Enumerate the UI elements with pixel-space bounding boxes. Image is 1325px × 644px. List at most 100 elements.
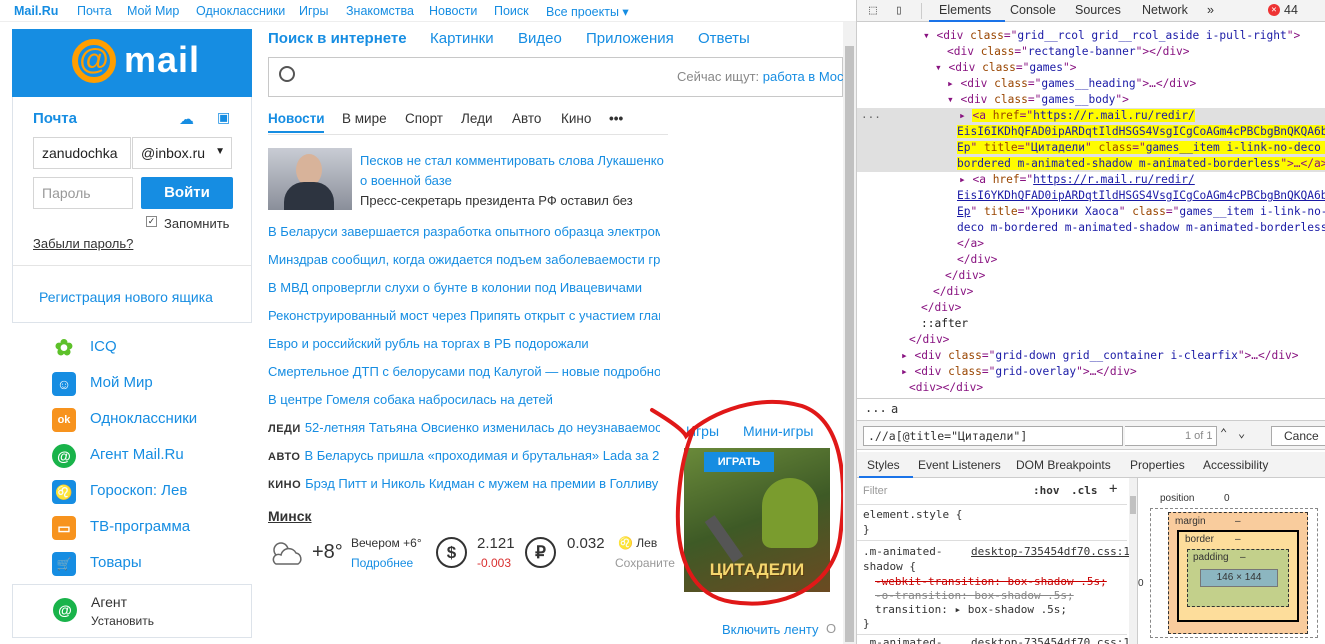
tab-apps[interactable]: Приложения xyxy=(586,30,674,47)
dom-node[interactable]: deco m-bordered m-animated-shadow m-anim… xyxy=(957,220,1325,236)
dom-node[interactable]: ▸ <div class="grid-overlay">…</div> xyxy=(901,364,1137,380)
padding-box[interactable]: padding – 146 × 144 xyxy=(1187,549,1289,607)
scrollbar-thumb[interactable] xyxy=(845,46,854,642)
dom-node[interactable]: ▸ <a href="https://r.mail.ru/redir/ xyxy=(959,172,1195,188)
dom-node[interactable]: </div> xyxy=(957,252,997,268)
rule-selector[interactable]: .m-animated- xyxy=(863,636,942,644)
news-item[interactable]: В центре Гомеля собака набросилась на де… xyxy=(268,392,660,407)
tab-elements[interactable]: Elements xyxy=(939,3,991,17)
xpath-search-input[interactable]: .//a[@title="Цитадели"] xyxy=(863,426,1123,446)
more-icon[interactable]: ••• xyxy=(609,111,623,126)
dom-node[interactable]: <div></div> xyxy=(909,380,983,396)
top-news-title[interactable]: Песков не стал комментировать слова Лука… xyxy=(360,153,664,168)
news-item[interactable]: Реконструированный мост через Припять от… xyxy=(268,308,660,323)
styles-scrollbar[interactable] xyxy=(1129,478,1137,644)
service-agent[interactable]: @ Агент Mail.Ru xyxy=(52,442,252,470)
tab-news[interactable]: Новости xyxy=(268,111,325,126)
tab-world[interactable]: В мире xyxy=(342,111,387,126)
feed-toggle-icon[interactable]: O xyxy=(826,621,836,636)
login-input[interactable]: zanudochka xyxy=(33,137,131,169)
tab-properties[interactable]: Properties xyxy=(1130,458,1185,472)
css-prop[interactable]: transition: ▸ box-shadow .5s; xyxy=(875,603,1067,616)
cat-news-item[interactable]: ЛЕДИ 52-летняя Татьяна Овсиенко изменилас… xyxy=(268,420,660,435)
rule-element-style[interactable]: element.style { xyxy=(863,508,962,521)
city-link[interactable]: Минск xyxy=(268,508,312,524)
styles-filter-input[interactable]: Filter xyxy=(863,485,887,497)
service-horoscope[interactable]: ♌ Гороскоп: Лев xyxy=(52,478,252,506)
content-size[interactable]: 146 × 144 xyxy=(1200,569,1278,587)
css-prop-overridden[interactable]: -webkit-transition: box-shadow .5s; xyxy=(875,575,1107,588)
dom-node[interactable]: </div> xyxy=(933,284,973,300)
tab-web-search[interactable]: Поиск в интернете xyxy=(268,30,407,47)
device-icon[interactable]: ▯ xyxy=(895,3,903,18)
forgot-password-link[interactable]: Забыли пароль? xyxy=(33,236,133,251)
news-item[interactable]: В МВД опровергли слухи о бунте в колонии… xyxy=(268,280,660,295)
add-rule-icon[interactable]: + xyxy=(1109,481,1117,497)
news-item[interactable]: Смертельное ДТП с белорусами под Калугой… xyxy=(268,364,660,379)
tab-event-listeners[interactable]: Event Listeners xyxy=(918,458,1001,472)
node-actions-icon[interactable]: ... xyxy=(861,108,881,121)
remember-checkbox[interactable]: ✓ xyxy=(146,216,157,227)
dom-node[interactable]: <div class="rectangle-banner"></div> xyxy=(947,44,1190,60)
topnav-moymir[interactable]: Мой Мир xyxy=(127,4,179,18)
dom-node[interactable]: ▾ <div class="games__body"> xyxy=(947,92,1129,108)
cancel-button[interactable]: Cance xyxy=(1271,426,1325,446)
search-hint-link[interactable]: работа в Мос xyxy=(763,69,844,84)
service-icq[interactable]: ✿ ICQ xyxy=(52,334,252,362)
css-source-link[interactable]: desktop-735454df70.css:1 xyxy=(971,545,1130,558)
usd-rate[interactable]: 2.121 xyxy=(477,535,515,552)
crumb-item[interactable]: ... xyxy=(865,401,887,415)
dom-node[interactable]: ▸ <div class="games__heading">…</div> xyxy=(947,76,1196,92)
dom-node-selected[interactable]: ▸ <a href="https://r.mail.ru/redir/ xyxy=(959,108,1195,124)
tab-network[interactable]: Network xyxy=(1142,3,1188,17)
tab-dom-breakpoints[interactable]: DOM Breakpoints xyxy=(1016,458,1111,472)
css-prop-overridden[interactable]: -o-transition: box-shadow .5s; xyxy=(875,589,1074,602)
dom-node[interactable]: </a> xyxy=(957,236,984,252)
rule-selector[interactable]: .m-animated- xyxy=(863,545,942,558)
topnav-all-projects[interactable]: Все проекты ▾ xyxy=(546,4,629,19)
rub-rate[interactable]: 0.032 xyxy=(567,535,605,552)
inspect-icon[interactable]: ⬚ xyxy=(869,3,877,18)
topnav-news[interactable]: Новости xyxy=(429,4,477,18)
tab-answers[interactable]: Ответы xyxy=(698,30,750,47)
css-source-link[interactable]: desktop-735454df70.css:1 xyxy=(971,636,1130,644)
dom-node[interactable]: </div> xyxy=(945,268,985,284)
tab-console[interactable]: Console xyxy=(1010,3,1056,17)
dom-node[interactable]: </div> xyxy=(921,300,961,316)
cls-button[interactable]: .cls xyxy=(1071,484,1098,497)
hov-button[interactable]: :hov xyxy=(1033,484,1060,497)
tab-auto[interactable]: Авто xyxy=(512,111,541,126)
news-photo[interactable] xyxy=(268,148,352,210)
tab-sources[interactable]: Sources xyxy=(1075,3,1121,17)
dom-node[interactable]: </div> xyxy=(909,332,949,348)
tab-styles[interactable]: Styles xyxy=(867,458,900,472)
crumb-item[interactable]: a xyxy=(891,402,898,416)
dom-node-selected[interactable]: EisI6IKDhQFAD0ipARDqtIldHSGS4VsgICgCoAGm… xyxy=(957,124,1325,140)
topnav-ok[interactable]: Одноклассники xyxy=(196,4,285,18)
more-tabs-icon[interactable]: » xyxy=(1207,3,1214,17)
calendar-icon[interactable]: ▣ xyxy=(217,109,230,126)
topnav-dating[interactable]: Знакомства xyxy=(346,4,414,18)
cloud-icon[interactable]: ☁ xyxy=(179,110,194,128)
cat-news-item[interactable]: АВТО В Беларусь пришла «проходимая и брут… xyxy=(268,448,660,463)
dom-tree[interactable]: ▾ <div class="grid__rcol grid__rcol_asid… xyxy=(857,22,1325,398)
top-news-title-2[interactable]: о военной базе xyxy=(360,173,452,188)
error-count[interactable]: 44 xyxy=(1284,3,1298,17)
prev-match-icon[interactable]: ⌃ xyxy=(1220,426,1227,440)
tab-lady[interactable]: Леди xyxy=(461,111,493,126)
cat-news-item[interactable]: КИНО Брэд Питт и Николь Кидман с мужем на… xyxy=(268,476,660,491)
login-button[interactable]: Войти xyxy=(141,177,233,209)
tab-sport[interactable]: Спорт xyxy=(405,111,443,126)
news-item[interactable]: Минздрав сообщил, когда ожидается подъем… xyxy=(268,252,660,267)
news-item[interactable]: Евро и российский рубль на торгах в РБ п… xyxy=(268,336,660,351)
dom-node[interactable]: EisI6YKDhQFAD0ipARDqtIldHSGS4VsgICgCoAGm… xyxy=(957,188,1325,204)
next-match-icon[interactable]: ⌄ xyxy=(1238,426,1245,440)
tab-images[interactable]: Картинки xyxy=(430,30,494,47)
service-ok[interactable]: ok Одноклассники xyxy=(52,406,252,434)
service-goods[interactable]: 🛒 Товары xyxy=(52,550,252,578)
tab-accessibility[interactable]: Accessibility xyxy=(1203,458,1268,472)
register-link[interactable]: Регистрация нового ящика xyxy=(39,289,213,305)
dom-node-selected[interactable]: Ep" title="Цитадели" class="games__item … xyxy=(957,140,1325,156)
mail-logo[interactable]: @ mail xyxy=(12,29,252,97)
agent-install-box[interactable]: @ Агент Установить xyxy=(12,584,252,638)
